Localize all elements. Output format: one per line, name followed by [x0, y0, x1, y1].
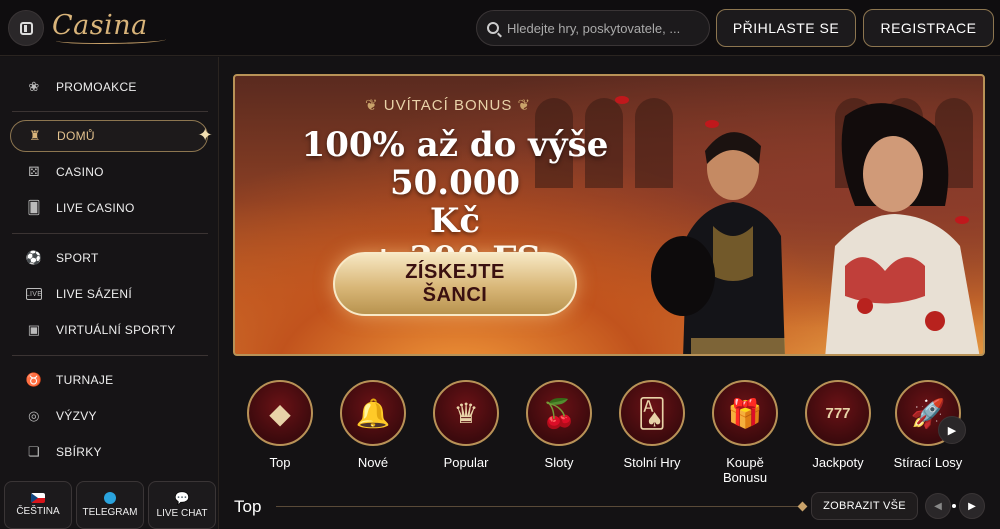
sidebar-divider	[12, 355, 208, 356]
live-chat-button[interactable]: 💬 LIVE CHAT	[148, 481, 216, 529]
category-popular[interactable]: ♛ Popular	[426, 380, 506, 470]
language-button[interactable]: ČEŠTINA	[4, 481, 72, 529]
sidebar-item-vyzvy[interactable]: ◎ VÝZVY	[10, 400, 208, 432]
sidebar-item-label: SPORT	[56, 251, 99, 265]
cta-line1: ZÍSKEJTE	[405, 261, 505, 283]
top-header: Casina PŘIHLASTE SE REGISTRACE	[0, 0, 1000, 56]
ornament-right-icon: ❦	[512, 97, 532, 114]
target-icon: ◎	[28, 408, 40, 423]
diamond-icon: ◆	[247, 380, 313, 446]
sidebar-item-turnaje[interactable]: ♉ TURNAJE	[10, 364, 208, 396]
category-label: Popular	[443, 455, 489, 470]
rose-petal	[615, 96, 629, 104]
category-top[interactable]: ◆ Top	[240, 380, 320, 470]
sidebar-bottom-bar: ČEŠTINA TELEGRAM 💬 LIVE CHAT	[4, 481, 216, 529]
sidebar-item-label: DOMŮ	[57, 129, 95, 143]
sidebar-item-promoakce[interactable]: ❀ PROMOAKCE	[10, 71, 208, 103]
czech-flag-icon	[31, 493, 45, 503]
sidebar-item-live-sazeni[interactable]: LIVE LIVE SÁZENÍ	[10, 278, 208, 310]
live-icon: LIVE	[26, 288, 42, 300]
claim-bonus-button[interactable]: ZÍSKEJTE ŠANCI	[333, 252, 577, 316]
sidebar-divider	[12, 111, 208, 112]
chat-bubble-icon: 💬	[174, 491, 190, 505]
dice-icon: ⚄	[28, 164, 40, 179]
sparkle-icon: ✦	[197, 125, 213, 145]
sidebar-item-label: TURNAJE	[56, 373, 114, 387]
bonus-label-text: UVÍTACÍ BONUS	[383, 97, 513, 114]
register-button[interactable]: REGISTRACE	[863, 9, 994, 47]
category-koupe-bonusu[interactable]: 🎁 Koupě Bonusu	[705, 380, 785, 485]
next-arrow-button[interactable]: ▶	[959, 493, 985, 519]
logo-swoosh	[56, 36, 166, 44]
bull-icon: ♉	[25, 372, 43, 387]
category-label: Stírací Losy	[893, 455, 963, 470]
category-label: Top	[269, 455, 291, 470]
sidebar-item-sport[interactable]: ⚽ SPORT	[10, 242, 208, 274]
sidebar-item-label: LIVE SÁZENÍ	[56, 287, 132, 301]
sidebar-item-virtualni-sporty[interactable]: ▣ VIRTUÁLNÍ SPORTY	[10, 314, 208, 346]
category-label: Koupě Bonusu	[722, 455, 768, 485]
sidebar-item-label: LIVE CASINO	[56, 201, 135, 215]
monitor-icon: ▣	[27, 322, 41, 337]
section-divider-line	[276, 506, 802, 507]
sidebar-item-sbirky[interactable]: ❏ SBÍRKY	[10, 436, 208, 468]
search-box[interactable]	[476, 10, 710, 46]
show-all-button[interactable]: ZOBRAZIT VŠE	[811, 492, 918, 520]
category-jackpoty[interactable]: 777 Jackpoty	[798, 380, 878, 470]
sidebar-item-label: VÝZVY	[56, 409, 97, 423]
bonus-title-line2: Kč	[429, 201, 481, 241]
castle-icon: ♜	[29, 128, 41, 143]
sidebar-item-live-casino[interactable]: 🂠 LIVE CASINO	[10, 192, 208, 224]
jackpot-777-icon: 777	[805, 380, 871, 446]
search-icon	[487, 22, 499, 34]
sidebar-item-label: SBÍRKY	[56, 445, 102, 459]
category-carousel: ◆ Top 🔔 Nové ♛ Popular 🍒 Sloty 🂡 Stolní …	[240, 380, 970, 490]
sidebar: ❀ PROMOAKCE ♜ DOMŮ ✦ ⚄ CASINO 🂠 LIVE CAS…	[0, 57, 219, 529]
telegram-icon	[104, 492, 116, 504]
bonus-label: ❦ UVÍTACÍ BONUS ❦	[365, 96, 531, 114]
sidebar-toggle-button[interactable]	[8, 10, 44, 46]
football-icon: ⚽	[25, 250, 43, 265]
matador-illustration	[651, 132, 785, 354]
category-nove[interactable]: 🔔 Nové	[333, 380, 413, 470]
tulip-icon: ❀	[28, 79, 40, 94]
sidebar-divider	[12, 233, 208, 234]
ornament-left-icon: ❦	[365, 97, 384, 114]
cards-icon: 🂠	[27, 200, 41, 215]
cherries-icon: 🍒	[526, 380, 592, 446]
live-chat-label: LIVE CHAT	[156, 508, 208, 519]
category-label: Nové	[357, 455, 389, 470]
login-button[interactable]: PŘIHLASTE SE	[716, 9, 856, 47]
telegram-label: TELEGRAM	[82, 507, 138, 518]
category-stolni-hry[interactable]: 🂡 Stolní Hry	[612, 380, 692, 470]
flamenco-woman-illustration	[825, 103, 980, 354]
sidebar-item-label: PROMOAKCE	[56, 80, 137, 94]
pager-dot	[952, 504, 956, 508]
category-next-button[interactable]: ▶	[938, 416, 966, 444]
prev-arrow-button[interactable]: ◀	[925, 493, 951, 519]
category-label: Stolní Hry	[623, 455, 681, 470]
table-games-icon: 🂡	[619, 380, 685, 446]
welcome-bonus-banner[interactable]: ❦ UVÍTACÍ BONUS ❦ 100% až do výše 50.000…	[233, 74, 985, 356]
bell-icon: 🔔	[340, 380, 406, 446]
category-sloty[interactable]: 🍒 Sloty	[519, 380, 599, 470]
section-title-top: Top	[234, 497, 262, 516]
category-label: Jackpoty	[812, 455, 864, 470]
sidebar-item-casino[interactable]: ⚄ CASINO	[10, 156, 208, 188]
cta-line2: ŠANCI	[422, 284, 488, 306]
telegram-button[interactable]: TELEGRAM	[76, 481, 144, 529]
crown-icon: ♛	[433, 380, 499, 446]
sidebar-toggle-icon	[19, 21, 33, 35]
sidebar-item-label: VIRTUÁLNÍ SPORTY	[56, 323, 176, 337]
gift-icon: 🎁	[712, 380, 778, 446]
section-divider-ornament	[797, 501, 808, 512]
search-input[interactable]	[507, 20, 697, 36]
category-label: Sloty	[544, 455, 574, 470]
sidebar-item-label: CASINO	[56, 165, 104, 179]
language-label: ČEŠTINA	[16, 506, 60, 517]
sidebar-item-domu[interactable]: ♜ DOMŮ ✦	[10, 120, 213, 152]
bonus-title-line1: 100% až do výše 50.000	[301, 125, 609, 203]
collection-icon: ❏	[28, 444, 40, 459]
